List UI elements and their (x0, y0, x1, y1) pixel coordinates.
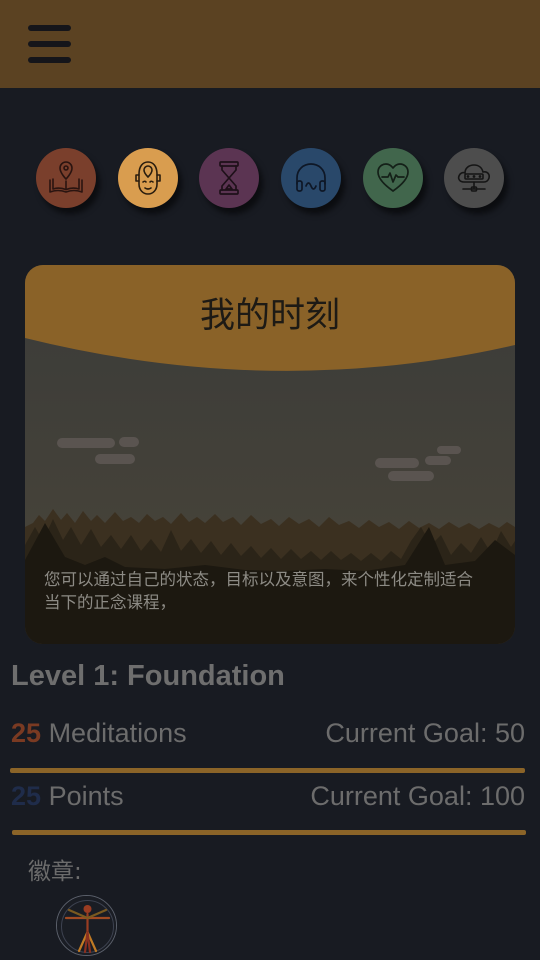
card-title: 我的时刻 (199, 296, 340, 336)
points-stat-row: 25 Points Current Goal: 100 (11, 781, 525, 821)
points-count: 25 (11, 781, 42, 811)
points-divider (12, 830, 526, 835)
vitruvian-man-badge-icon[interactable] (56, 895, 117, 956)
heart-pulse-icon[interactable] (363, 148, 423, 208)
hourglass-icon[interactable] (199, 148, 259, 208)
meditations-count: 25 (11, 718, 42, 748)
my-moment-card[interactable]: 我的时刻 您可以通过自己的状态，目标以及意图，来个性化定制适合当下的正念课程， (25, 265, 515, 644)
meditations-stat-row: 25 Meditations Current Goal: 50 (11, 718, 525, 758)
category-icon-row (0, 148, 540, 212)
points-goal: Current Goal: 100 (310, 781, 525, 811)
card-description: 您可以通过自己的状态，目标以及意图，来个性化定制适合当下的正念课程， (44, 570, 473, 612)
head-focus-icon[interactable] (118, 148, 178, 208)
meditations-label: Meditations (48, 718, 187, 748)
meditations-goal: Current Goal: 50 (325, 718, 525, 748)
meditations-divider (10, 768, 525, 773)
points-label: Points (48, 781, 124, 811)
level-title: Level 1: Foundation (11, 660, 285, 692)
meditations-stat: 25 Meditations (11, 718, 187, 749)
cloud-network-icon[interactable] (444, 148, 504, 208)
headphones-icon[interactable] (281, 148, 341, 208)
hamburger-menu-icon[interactable] (26, 22, 74, 66)
points-stat: 25 Points (11, 781, 124, 812)
top-app-bar (0, 0, 540, 88)
badges-label: 徽章: (28, 859, 82, 885)
map-book-icon[interactable] (36, 148, 96, 208)
